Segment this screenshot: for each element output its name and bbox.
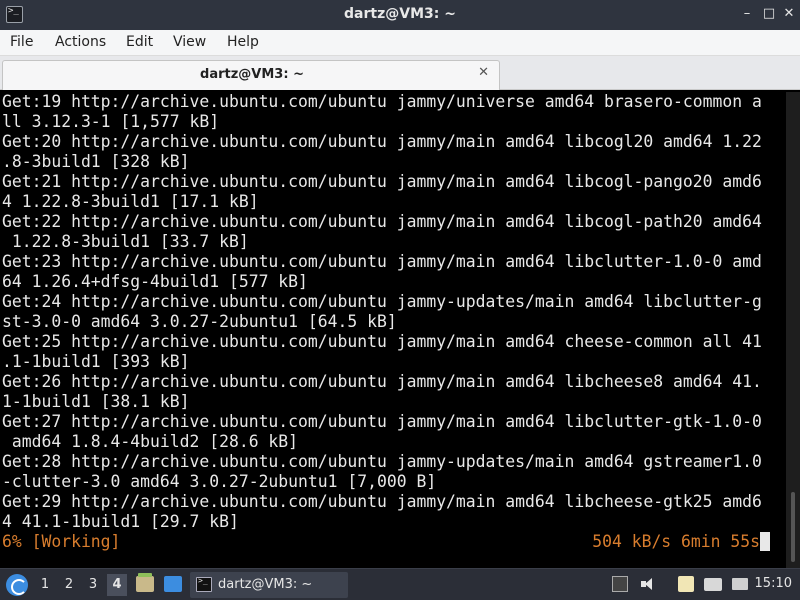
scrollbar-thumb[interactable] [791, 492, 795, 562]
show-desktop-icon[interactable] [164, 576, 182, 592]
terminal-line: 4 41.1-1build1 [29.7 kB] [2, 512, 239, 531]
window-title: dartz@VM3: ~ [344, 6, 456, 22]
terminal-output[interactable]: Get:19 http://archive.ubuntu.com/ubuntu … [0, 92, 786, 568]
terminal-line: .8-3build1 [328 kB] [2, 152, 190, 171]
network-icon[interactable] [612, 576, 628, 592]
workspace-2[interactable]: 2 [59, 574, 79, 596]
tab-label: dartz@VM3: ~ [200, 67, 304, 82]
file-manager-icon[interactable] [136, 573, 154, 592]
taskbar-terminal-button[interactable]: dartz@VM3: ~ [190, 572, 348, 598]
terminal-line: 1-1build1 [38.1 kB] [2, 392, 190, 411]
terminal-line: amd64 1.8.4-4build2 [28.6 kB] [2, 432, 299, 451]
battery-icon[interactable] [704, 578, 722, 591]
text-cursor [760, 532, 770, 551]
terminal-line: Get:29 http://archive.ubuntu.com/ubuntu … [2, 492, 762, 511]
close-button[interactable]: ✕ [780, 5, 798, 23]
taskbar: 1 2 3 4 dartz@VM3: ~ 15:10 [0, 568, 800, 600]
terminal-line: 1.22.8-3build1 [33.7 kB] [2, 232, 249, 251]
menu-actions[interactable]: Actions [55, 34, 106, 50]
terminal-line: st-3.0-0 amd64 3.0.27-2ubuntu1 [64.5 kB] [2, 312, 397, 331]
terminal-line: Get:28 http://archive.ubuntu.com/ubuntu … [2, 452, 762, 471]
volume-icon[interactable] [640, 576, 656, 592]
terminal-line: Get:21 http://archive.ubuntu.com/ubuntu … [2, 172, 762, 191]
workspace-1[interactable]: 1 [35, 574, 55, 596]
menu-view[interactable]: View [173, 34, 206, 50]
terminal-line: Get:22 http://archive.ubuntu.com/ubuntu … [2, 212, 762, 231]
progress-status: 6% [Working] [2, 532, 121, 551]
maximize-button[interactable]: □ [760, 5, 778, 23]
clock[interactable]: 15:10 [755, 576, 792, 591]
terminal-scrollbar[interactable] [786, 92, 800, 568]
terminal-line: Get:23 http://archive.ubuntu.com/ubuntu … [2, 252, 762, 271]
tab-bar: dartz@VM3: ~ ✕ [0, 56, 800, 90]
terminal-line: 4 1.22.8-3build1 [17.1 kB] [2, 192, 259, 211]
terminal-line: Get:24 http://archive.ubuntu.com/ubuntu … [2, 292, 762, 311]
terminal-icon [196, 576, 212, 592]
title-bar: dartz@VM3: ~ – □ ✕ [0, 0, 800, 30]
terminal-line: 64 1.26.4+dfsg-4build1 [577 kB] [2, 272, 308, 291]
workspace-3[interactable]: 3 [83, 574, 103, 596]
tab-terminal[interactable]: dartz@VM3: ~ ✕ [2, 60, 500, 90]
menu-edit[interactable]: Edit [126, 34, 153, 50]
workspace-4[interactable]: 4 [107, 574, 127, 596]
terminal-line: .1-1build1 [393 kB] [2, 352, 190, 371]
terminal-line: Get:20 http://archive.ubuntu.com/ubuntu … [2, 132, 762, 151]
taskbar-terminal-label: dartz@VM3: ~ [218, 577, 313, 592]
terminal-line: ll 3.12.3-1 [1,577 kB] [2, 112, 220, 131]
display-icon[interactable] [732, 578, 748, 590]
terminal-line: Get:25 http://archive.ubuntu.com/ubuntu … [2, 332, 762, 351]
minimize-button[interactable]: – [738, 5, 756, 23]
terminal-line: Get:26 http://archive.ubuntu.com/ubuntu … [2, 372, 762, 391]
menu-file[interactable]: File [10, 34, 33, 50]
download-rate-eta: 504 kB/s 6min 55s [592, 532, 760, 551]
clipboard-icon[interactable] [678, 576, 694, 592]
terminal-line: Get:27 http://archive.ubuntu.com/ubuntu … [2, 412, 762, 431]
tab-close-icon[interactable]: ✕ [478, 65, 489, 80]
menu-bar: File Actions Edit View Help [0, 30, 800, 56]
terminal-line: -clutter-3.0 amd64 3.0.27-2ubuntu1 [7,00… [2, 472, 437, 491]
start-menu-icon[interactable] [6, 574, 28, 596]
terminal-line: Get:19 http://archive.ubuntu.com/ubuntu … [2, 92, 762, 111]
menu-help[interactable]: Help [227, 34, 259, 50]
